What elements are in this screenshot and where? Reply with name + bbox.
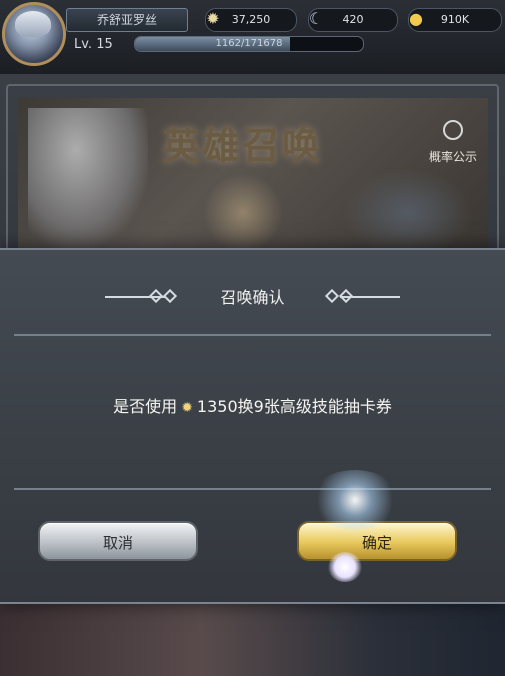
moon-icon: ☾ bbox=[308, 9, 324, 28]
avatar-portrait bbox=[15, 11, 51, 37]
ornament-diamond-left bbox=[148, 288, 164, 304]
player-level: Lv. 15 bbox=[74, 37, 113, 52]
dialog-divider-top bbox=[14, 334, 491, 336]
message-prefix: 是否使用 bbox=[113, 397, 178, 416]
sparkle-effect bbox=[310, 470, 400, 530]
resource-gold-value: 910K bbox=[440, 13, 470, 26]
player-avatar[interactable] bbox=[2, 2, 66, 66]
cancel-button[interactable]: 取消 bbox=[38, 521, 198, 561]
resource-gold[interactable]: ● 910K bbox=[408, 8, 502, 32]
resource-sun[interactable]: ✹ 37,250 bbox=[205, 8, 297, 32]
exp-text: 1162/171678 bbox=[215, 38, 283, 49]
exp-bar: 1162/171678 bbox=[134, 36, 364, 52]
sun-icon: ✹ bbox=[206, 9, 220, 28]
glow-orb-effect bbox=[328, 552, 362, 582]
dialog-title: 召唤确认 bbox=[220, 288, 285, 307]
dialog-message: 是否使用 ✹ 1350换9张高级技能抽卡券 bbox=[20, 392, 485, 422]
magnifier-icon bbox=[443, 120, 463, 140]
top-status-bar: 乔舒亚罗丝 ✹ 37,250 ☾ 420 ● 910K Lv. 15 1162/… bbox=[0, 0, 505, 75]
player-name: 乔舒亚罗丝 bbox=[66, 8, 188, 32]
ornament-diamond-right bbox=[324, 288, 340, 304]
dialog-divider-bottom bbox=[14, 488, 491, 490]
banner-title: 英雄召唤 bbox=[161, 123, 322, 168]
ornament-line-right bbox=[340, 296, 400, 298]
sun-icon: ✹ bbox=[181, 400, 193, 416]
hero-art-left bbox=[28, 108, 148, 248]
probability-link[interactable]: 概率公示 bbox=[418, 120, 488, 164]
hero-art-center bbox=[203, 173, 283, 248]
resource-sun-value: 37,250 bbox=[231, 13, 271, 26]
coin-icon: ● bbox=[409, 9, 423, 28]
hero-art-right bbox=[343, 168, 473, 248]
dialog-header: 召唤确认 bbox=[105, 283, 400, 313]
message-rest: 1350换9张高级技能抽卡券 bbox=[196, 397, 392, 416]
ornament-diamond-left-2 bbox=[162, 288, 178, 304]
resource-moon[interactable]: ☾ 420 bbox=[308, 8, 398, 32]
confirm-button[interactable]: 确定 bbox=[297, 521, 457, 561]
lower-scene-art bbox=[0, 600, 505, 676]
resource-moon-value: 420 bbox=[342, 13, 364, 26]
probability-link-label: 概率公示 bbox=[428, 150, 477, 164]
